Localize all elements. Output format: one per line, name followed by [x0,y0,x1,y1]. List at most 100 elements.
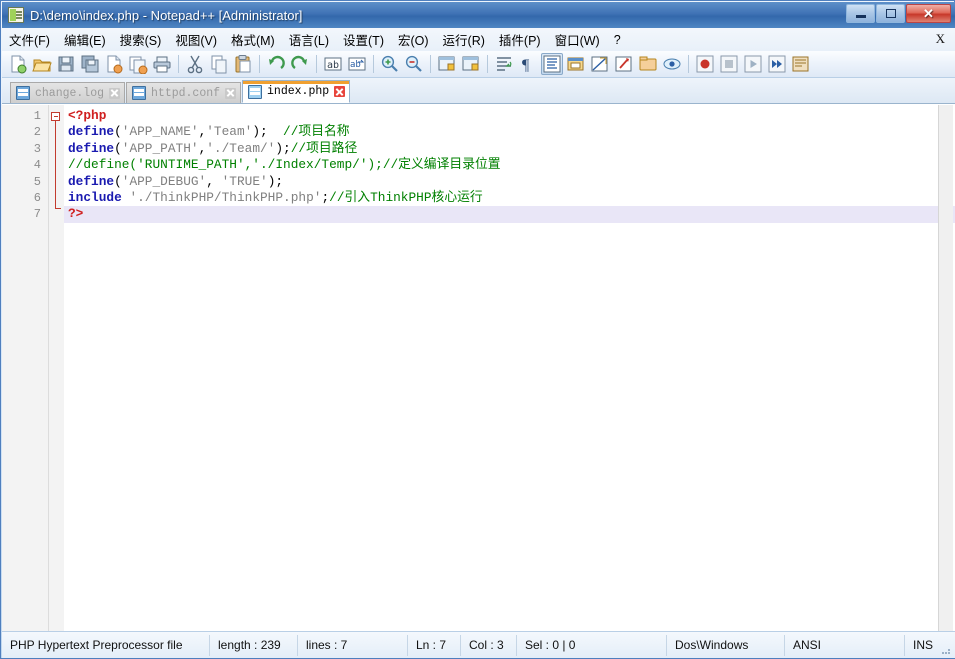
menu-language[interactable]: 语言(L) [282,27,336,52]
tab-label: change.log [35,86,105,100]
code-line[interactable]: include './ThinkPHP/ThinkPHP.php';//引入Th… [64,190,955,206]
save-all-icon[interactable] [79,53,101,75]
editor-vertical-scrollbar[interactable] [938,105,953,631]
document-map-icon[interactable] [613,53,635,75]
folder-as-workspace-icon[interactable] [661,53,683,75]
tab-index-php[interactable]: index.php [242,80,351,103]
save-macro-icon[interactable] [790,53,812,75]
fold-range-line [55,121,56,209]
menu-format[interactable]: 格式(M) [224,27,282,52]
zoom-in-icon[interactable] [379,53,401,75]
code-line[interactable]: ?> [64,206,955,223]
code-line[interactable]: define('APP_PATH','./Team/');//项目路径 [64,141,955,157]
new-file-icon[interactable] [7,53,29,75]
fold-range-end [55,208,61,209]
code-content[interactable]: <?php define('APP_NAME','Team'); //项目名称 de… [64,105,955,631]
code-token: include [68,189,122,205]
status-bar: PHP Hypertext Preprocessor file length :… [2,631,955,658]
code-line[interactable]: define('APP_DEBUG', 'TRUE'); [64,174,955,190]
svg-text:ab: ab [327,60,339,71]
code-line[interactable]: define('APP_NAME','Team'); //项目名称 [64,124,955,140]
line-number: 5 [33,174,41,189]
play-macro-icon[interactable] [742,53,764,75]
minimize-button[interactable] [846,4,875,23]
maximize-button[interactable] [876,4,905,23]
sync-vertical-scroll-icon[interactable] [436,53,458,75]
editor-area[interactable]: 1 23 456 7 <?php define('APP_NAME','Team'); … [2,104,955,631]
separator-4 [373,55,374,73]
sync-horizontal-scroll-icon[interactable] [460,53,482,75]
show-indent-guide-icon[interactable] [541,53,563,75]
code-token: define [68,173,115,189]
fold-collapse-icon[interactable] [51,112,60,121]
status-encoding: ANSI [785,634,905,656]
menu-search[interactable]: 搜索(S) [113,27,169,52]
menu-window[interactable]: 窗口(W) [548,27,607,52]
menu-settings[interactable]: 设置(T) [336,27,391,52]
code-folding-margin[interactable] [49,105,64,631]
close-file-icon[interactable] [103,53,125,75]
separator-5 [430,55,431,73]
code-token: , [206,173,222,189]
save-icon[interactable] [55,53,77,75]
undo-icon[interactable] [265,53,287,75]
replace-icon[interactable]: ab [346,53,368,75]
code-token: ( [114,173,122,189]
status-sel: Sel : 0 | 0 [517,634,667,656]
status-col: Col : 3 [461,634,517,656]
maximize-icon [885,9,896,18]
status-eol: Dos\Windows [667,634,785,656]
code-line[interactable]: //define('RUNTIME_PATH','./Index/Temp/')… [64,157,955,173]
record-macro-icon[interactable] [694,53,716,75]
menu-macro[interactable]: 宏(O) [391,27,436,52]
document-icon [132,86,147,100]
line-number: 6 [33,190,41,205]
tab-close-icon[interactable] [225,87,237,99]
code-token: ( [114,124,122,140]
code-token: <?php [68,108,107,123]
menu-edit[interactable]: 编辑(E) [57,27,113,52]
menu-run[interactable]: 运行(R) [436,27,492,52]
code-token: './Team/' [206,140,276,156]
word-wrap-icon[interactable] [493,53,515,75]
menu-help[interactable]: ? [607,30,628,50]
menu-view[interactable]: 视图(V) [168,27,224,52]
menu-plugins[interactable]: 插件(P) [492,27,548,52]
print-icon[interactable] [151,53,173,75]
redo-icon[interactable] [289,53,311,75]
ui-dialog-icon[interactable] [565,53,587,75]
show-all-characters-icon[interactable]: ¶ [517,53,539,75]
paste-icon[interactable] [232,53,254,75]
tab-close-icon[interactable] [334,86,346,97]
copy-icon[interactable] [208,53,230,75]
title-bar[interactable]: D:\demo\index.php - Notepad++ [Administr… [2,2,955,29]
code-token: ); [252,124,284,140]
zoom-out-icon[interactable] [403,53,425,75]
tab-change-log[interactable]: change.log [10,82,126,103]
line-number: 4 [33,158,41,173]
code-token: ?> [68,206,84,222]
status-ln: Ln : 7 [408,634,461,656]
menu-file[interactable]: 文件(F) [2,27,57,52]
open-file-icon[interactable] [31,53,53,75]
show-blank-icon[interactable] [589,53,611,75]
function-list-icon[interactable] [637,53,659,75]
separator-6 [487,55,488,73]
tab-close-icon[interactable] [109,87,121,99]
stop-macro-icon[interactable] [718,53,740,75]
close-icon: ✕ [923,6,934,21]
resize-grip-icon[interactable] [940,644,952,656]
run-macro-multiple-icon[interactable] [766,53,788,75]
close-all-files-icon[interactable] [127,53,149,75]
status-length: length : 239 [210,634,298,656]
code-line[interactable]: <?php [64,108,955,124]
tab-httpd-conf[interactable]: httpd.conf [126,82,242,103]
svg-text:¶: ¶ [522,57,530,74]
close-button[interactable]: ✕ [906,4,951,23]
code-token: ); [275,140,291,156]
cut-icon[interactable] [184,53,206,75]
code-token: 'TRUE' [221,173,268,189]
code-token: //项目名称 [283,124,350,140]
find-icon[interactable]: ab [322,53,344,75]
close-document-x-icon[interactable]: X [936,31,945,47]
